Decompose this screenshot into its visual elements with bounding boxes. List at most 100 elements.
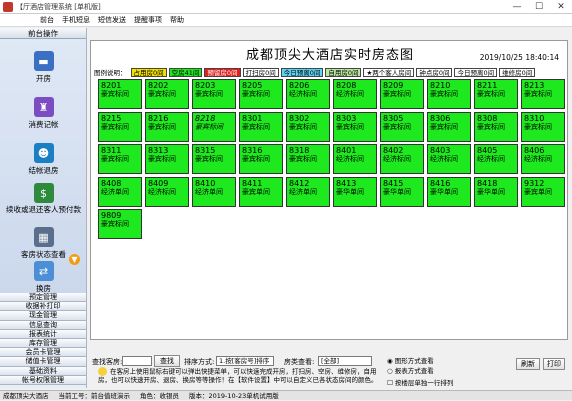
legend-hourly[interactable]: 钟点房0间 xyxy=(416,67,453,77)
legend-vacant[interactable]: 空房41间 xyxy=(168,67,203,77)
room-tile[interactable]: 8209 豪宾标间 xyxy=(380,79,424,109)
room-tile[interactable]: 8302 豪宾标间 xyxy=(286,111,330,142)
room-tile[interactable]: 8203 豪宾标间 xyxy=(192,79,236,109)
room-tile[interactable]: 8202 豪宾标间 xyxy=(145,79,189,109)
report-view-radio[interactable]: ○ 报表方式查看 xyxy=(387,365,434,375)
room-type: 豪宾标间 xyxy=(148,122,176,131)
sort-select[interactable]: 1.按[客房号]排序 xyxy=(216,356,274,366)
room-tile[interactable]: 8216 豪宾标间 xyxy=(145,111,189,142)
room-tile[interactable]: 8305 豪宾标间 xyxy=(380,111,424,142)
menu-help[interactable]: 帮助 xyxy=(170,15,184,25)
legend-occupied[interactable]: 占用房0间 xyxy=(130,67,167,77)
room-tile[interactable]: 8210 豪宾标间 xyxy=(427,79,471,109)
graph-view-label: 图形方式查看 xyxy=(394,357,434,365)
refresh-button[interactable]: 刷新 xyxy=(516,358,540,370)
sidebar-header[interactable]: 前台操作 xyxy=(0,28,86,39)
minimize-button[interactable]: — xyxy=(506,0,528,14)
swap-room-icon: ⇄ xyxy=(33,261,54,281)
sidebar-item-consume[interactable]: ♜ 消费记帐 xyxy=(0,97,87,130)
room-tile[interactable]: 8418 豪华单间 xyxy=(474,176,518,207)
room-tile[interactable]: 8205 豪宾标间 xyxy=(239,79,283,109)
room-type: 豪宾标间 xyxy=(336,122,364,131)
room-tile[interactable]: 8310 豪宾标间 xyxy=(521,111,565,142)
sidebar-item-checkout[interactable]: ☻ 结帐退房 xyxy=(0,143,87,176)
sidebar-item-inventory[interactable]: 库存管理 xyxy=(0,338,86,349)
room-tile[interactable]: 8413 豪华单间 xyxy=(333,176,377,207)
room-number: 8315 xyxy=(195,146,216,155)
room-tile[interactable]: 8402 经济标间 xyxy=(380,144,424,174)
sidebar-item-reports[interactable]: 报表统计 xyxy=(0,329,86,339)
room-tile[interactable]: 8412 经济单间 xyxy=(286,176,330,207)
room-tile[interactable]: 8318 豪宾标间 xyxy=(286,144,330,174)
sidebar-item-open-room[interactable]: ▬ 开房 xyxy=(0,51,87,84)
sidebar-item-receipt-reprint[interactable]: 收据补打印 xyxy=(0,302,86,312)
room-tile[interactable]: 8303 豪宾标间 xyxy=(333,111,377,142)
room-tile[interactable]: 8411 豪宾单间 xyxy=(239,176,283,207)
room-tile[interactable]: 8311 豪宾标间 xyxy=(98,144,142,174)
room-tile[interactable]: 8401 经济标间 xyxy=(333,144,377,174)
room-tile[interactable]: 8213 豪宾标间 xyxy=(521,79,565,109)
scroll-down-icon[interactable]: ▼ xyxy=(69,254,80,265)
room-tile[interactable]: 8416 豪华单间 xyxy=(427,176,471,207)
menu-sms[interactable]: 手机短息 xyxy=(62,15,90,25)
sidebar-item-member-card[interactable]: 会员卡管理 xyxy=(0,348,86,358)
room-tile[interactable]: 8208 经济标间 xyxy=(333,79,377,109)
print-button[interactable]: 打印 xyxy=(543,358,565,370)
room-number: 9809 xyxy=(101,211,122,220)
menu-sms-send[interactable]: 短信发送 xyxy=(98,15,126,25)
sidebar-item-reservation[interactable]: 预定管理 xyxy=(0,293,86,303)
room-tile[interactable]: 8301 豪宾标间 xyxy=(239,111,283,142)
sidebar-item-stored-card[interactable]: 储值卡管理 xyxy=(0,357,86,367)
sidebar-item-label: 换房 xyxy=(36,284,51,293)
legend-due-out[interactable]: 今日预离0间 xyxy=(280,67,324,77)
legend-maintenance[interactable]: 维修房0间 xyxy=(499,67,536,77)
room-tile[interactable]: 8316 豪宾标间 xyxy=(239,144,283,174)
legend-self-use[interactable]: 自用房0间 xyxy=(325,67,362,77)
room-tile[interactable]: 8415 豪华单间 xyxy=(380,176,424,207)
room-tile[interactable]: 8313 豪宾标间 xyxy=(145,144,189,174)
sidebar-item-change-room[interactable]: ⇄ 换房 xyxy=(0,261,87,294)
floor-row-checkbox[interactable]: ☐ 按楼层单独一行排列 xyxy=(387,377,453,387)
legend-reserved[interactable]: 预留房0间 xyxy=(204,67,241,77)
room-tile[interactable]: 8406 经济标间 xyxy=(521,144,565,174)
room-tile[interactable]: 9809 豪宾标间 xyxy=(98,209,142,239)
legend-two-guests[interactable]: ★两个客人房间 xyxy=(363,67,415,77)
room-type: 经济单间 xyxy=(289,187,317,196)
room-tile[interactable]: 8408 经济单间 xyxy=(98,176,142,207)
room-tile[interactable]: 8308 豪宾标间 xyxy=(474,111,518,142)
room-tile[interactable]: 8215 豪宾标间 xyxy=(98,111,142,142)
legend-cleaning[interactable]: 打扫房0间 xyxy=(242,67,279,77)
room-number: 8409 xyxy=(148,178,169,188)
legend-due-out-today[interactable]: 今日预离0间 xyxy=(454,67,498,77)
sidebar-item-query[interactable]: 信息查询 xyxy=(0,320,86,330)
room-tile[interactable]: 8405 经济标间 xyxy=(474,144,518,174)
sidebar-item-permissions[interactable]: 帐号权限管理 xyxy=(0,375,86,385)
menu-reminders[interactable]: 提醒事项 xyxy=(134,15,162,25)
room-search-input[interactable] xyxy=(122,356,152,366)
room-tile[interactable]: 8206 经济标间 xyxy=(286,79,330,109)
room-tile[interactable]: 8306 豪宾标间 xyxy=(427,111,471,142)
room-tile[interactable]: 8410 经济单间 xyxy=(192,176,236,207)
close-button[interactable]: ✕ xyxy=(550,0,572,14)
room-type: 豪宾标间 xyxy=(383,90,411,98)
find-button[interactable]: 查找 xyxy=(154,355,180,367)
room-type-select[interactable]: [全部] xyxy=(318,356,372,366)
sidebar-item-basic-data[interactable]: 基础资料 xyxy=(0,366,86,376)
room-tile[interactable]: 8201 豪宾标间 xyxy=(98,79,142,109)
room-search-label: 查找客房: xyxy=(92,358,123,366)
room-type: 豪宾标间 xyxy=(195,155,223,163)
room-tile[interactable]: 9312 豪宾单间 xyxy=(521,176,565,207)
room-tile[interactable]: 8403 经济标间 xyxy=(427,144,471,174)
room-number: 8318 xyxy=(289,146,310,155)
room-tile[interactable]: 8315 豪宾标间 xyxy=(192,144,236,174)
menu-front-desk[interactable]: 前台 xyxy=(40,15,54,25)
sidebar-item-cash[interactable]: 现金管理 xyxy=(0,311,86,321)
room-tile[interactable]: 8211 豪宾标间 xyxy=(474,79,518,109)
room-tile[interactable]: 8409 经济标间 xyxy=(145,176,189,207)
graph-view-radio[interactable]: ◉ 图形方式查看 xyxy=(387,355,434,365)
sidebar-item-deposit[interactable]: $ 续收或退还客人预付款 xyxy=(0,183,87,214)
room-tile[interactable]: 8218 豪宾标间 xyxy=(192,111,236,142)
maximize-button[interactable]: ☐ xyxy=(528,0,550,14)
room-status-icon: ▦ xyxy=(33,227,54,247)
room-type: 豪宾标间 xyxy=(195,90,223,98)
